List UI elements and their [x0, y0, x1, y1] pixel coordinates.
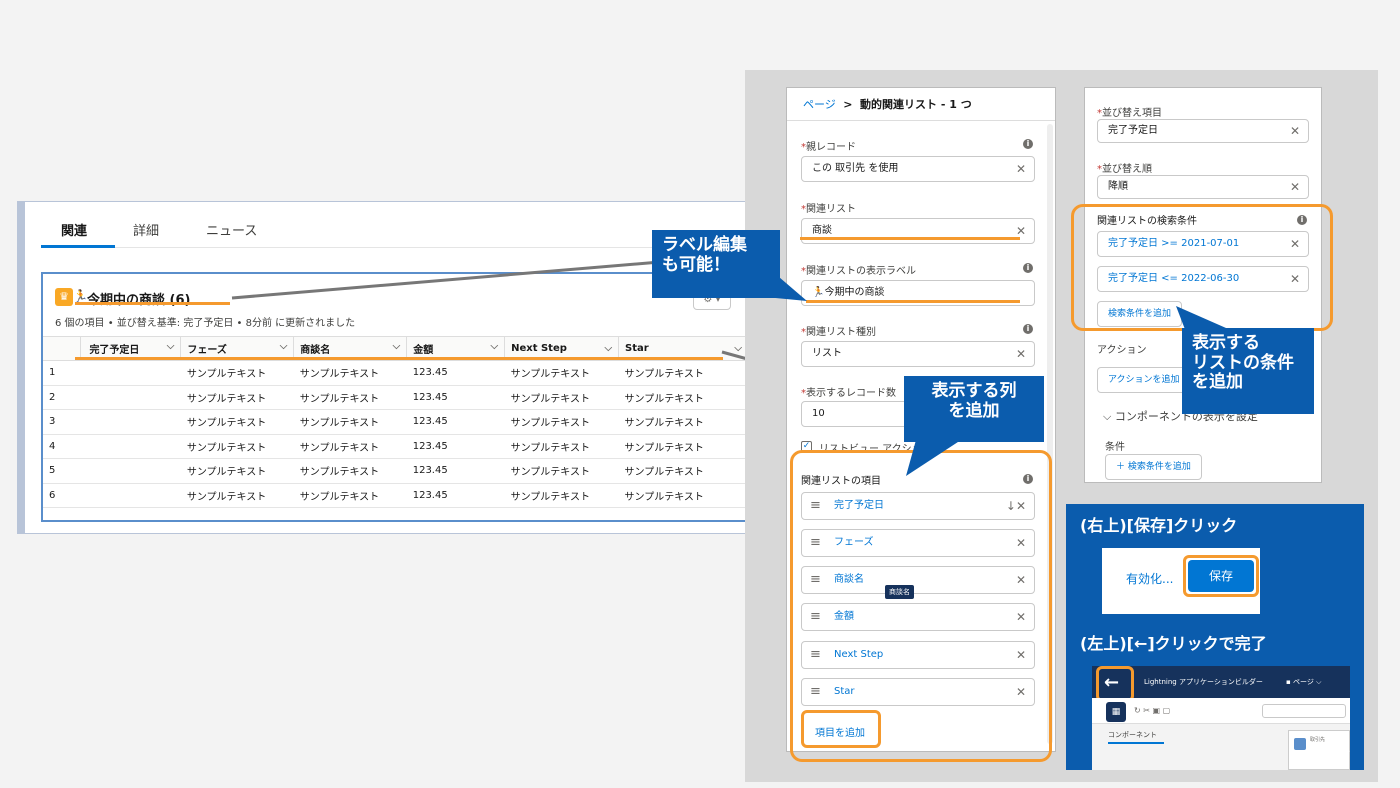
back-highlight	[1096, 666, 1134, 702]
plus-icon: ＋	[1116, 462, 1128, 472]
sort-field-input[interactable]: 完了予定日 ✕	[1097, 119, 1309, 143]
callout-add-conditions: 表示する リストの条件 を追加	[1182, 328, 1314, 414]
add-action-button[interactable]: アクションを追加	[1097, 367, 1191, 393]
list-type-field[interactable]: リスト ✕	[801, 341, 1035, 367]
record-label: 取引先	[1310, 737, 1326, 743]
components-icon[interactable]: ▦	[1106, 702, 1126, 722]
instruction-panel: (右上)[保存]クリック 有効化... 保存 (左上)[←]クリックで完了 ← …	[1066, 504, 1364, 770]
record-name: 緑コミュニケ	[1310, 745, 1350, 754]
callout-tail	[906, 440, 961, 476]
clear-icon[interactable]: ✕	[1016, 157, 1026, 181]
toolbar-icons[interactable]: ↻ ✂ ▣ ▢	[1134, 706, 1170, 715]
save-screenshot: 有効化... 保存	[1102, 548, 1260, 614]
breadcrumb-link[interactable]: ページ	[803, 98, 836, 111]
components-heading: コンポーネント	[1108, 731, 1157, 739]
add-condition-button[interactable]: ＋ 検索条件を追加	[1105, 454, 1202, 480]
account-icon	[1294, 738, 1306, 750]
save-highlight	[1183, 555, 1259, 597]
display-label-highlight	[806, 300, 1020, 303]
list-type-label: *関連リスト種別	[801, 327, 876, 338]
info-icon[interactable]: i	[1023, 324, 1033, 334]
callout-add-columns: 表示する列 を追加	[904, 376, 1044, 442]
add-item-highlight	[801, 710, 881, 748]
clear-icon[interactable]: ✕	[1290, 120, 1300, 142]
info-icon[interactable]: i	[1023, 139, 1033, 149]
page-menu[interactable]: ▪ ページ ⌵	[1286, 677, 1321, 687]
clear-icon[interactable]: ✕	[1290, 176, 1300, 198]
step2-text: (左上)[←]クリックで完了	[1080, 634, 1267, 653]
runner-icon: 🏃	[812, 287, 825, 298]
callout-tail	[765, 265, 807, 301]
callout-tail	[1176, 306, 1226, 332]
activate-button[interactable]: 有効化...	[1126, 570, 1173, 587]
sort-field-label: *並び替え項目	[1097, 108, 1162, 119]
app-builder-title: Lightning アプリケーションビルダー	[1144, 678, 1263, 686]
sort-order-label: *並び替え順	[1097, 164, 1152, 175]
record-count-label: *表示するレコード数	[801, 388, 896, 399]
callout-label-edit: ラベル編集 も可能！	[652, 230, 780, 298]
device-select[interactable]: ▭ デスクトップ	[1262, 704, 1346, 718]
sort-order-input[interactable]: 降順 ✕	[1097, 175, 1309, 199]
page-icon: ▪	[1286, 678, 1293, 686]
record-count-input[interactable]: 10	[801, 401, 911, 427]
related-list-highlight	[800, 237, 1020, 240]
related-list-label: *関連リスト	[801, 204, 856, 215]
clear-icon[interactable]: ✕	[1016, 342, 1026, 366]
step1-text: (右上)[保存]クリック	[1080, 516, 1238, 535]
display-label-label: *関連リストの表示ラベル	[801, 266, 916, 277]
info-icon[interactable]: i	[1023, 263, 1033, 273]
breadcrumb-current: 動的関連リスト - 1 つ	[860, 98, 972, 111]
chevron-down-icon: ⌵	[1103, 410, 1115, 423]
builder-screenshot: ← Lightning アプリケーションビルダー ▪ ページ ⌵ ▦ ↻ ✂ ▣…	[1092, 666, 1350, 770]
actions-label: アクション	[1097, 345, 1147, 356]
parent-record-field[interactable]: この 取引先 を使用 ✕	[801, 156, 1035, 182]
parent-record-label: *親レコード	[801, 142, 856, 153]
related-list-field[interactable]: 商談 ✕	[801, 218, 1035, 244]
condition-label: 条件	[1105, 442, 1125, 453]
desktop-icon: ▭	[1267, 707, 1275, 714]
breadcrumb: ページ > 動的関連リスト - 1 つ	[803, 98, 972, 111]
